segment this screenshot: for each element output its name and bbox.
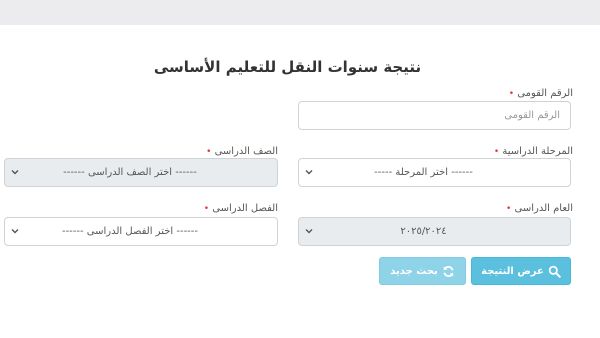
national-id-label-text: الرقم القومى (517, 88, 573, 99)
new-search-label: بحث جديد (390, 265, 438, 277)
term-label-text: الفصل الدراسى (212, 203, 278, 214)
term-selected-value: ------ اختر الفصل الدراسى ------ (61, 226, 199, 237)
grade-label: الصف الدراسى • (204, 146, 278, 157)
refresh-icon (443, 265, 454, 277)
academic-year-label-text: العام الدراسى (514, 203, 573, 214)
required-mark: • (506, 204, 512, 214)
search-icon (548, 265, 561, 278)
stage-selected-value: ------ اختر المرحلة ----- (374, 167, 473, 178)
page-title: نتيجة سنوات النقل للتعليم الأساسى (153, 58, 422, 76)
chevron-down-icon (11, 170, 19, 175)
chevron-down-icon (305, 229, 313, 234)
grade-select[interactable]: ------ اختر الصف الدراسى ------ (4, 158, 278, 187)
new-search-button[interactable]: بحث جديد (379, 257, 466, 285)
browser-top-bar (0, 0, 600, 25)
national-id-input[interactable]: الرقم القومى (298, 101, 571, 130)
stage-label-text: المرحلة الدراسية (502, 146, 573, 157)
chevron-down-icon (11, 229, 19, 234)
national-id-label: الرقم القومى • (507, 88, 573, 99)
show-result-label: عرض النتيجة (481, 265, 544, 277)
term-label: الفصل الدراسى • (202, 203, 278, 214)
grade-selected-value: ------ اختر الصف الدراسى ------ (63, 167, 197, 178)
stage-select[interactable]: ------ اختر المرحلة ----- (298, 158, 571, 187)
required-mark: • (203, 204, 210, 214)
academic-year-label: العام الدراسى • (504, 203, 573, 214)
grade-label-text: الصف الدراسى (214, 146, 278, 157)
show-result-button[interactable]: عرض النتيجة (471, 257, 571, 285)
required-mark: • (206, 147, 212, 157)
required-mark: • (493, 147, 500, 157)
stage-label: المرحلة الدراسية • (492, 146, 573, 157)
required-mark: • (508, 89, 515, 99)
academic-year-select[interactable]: ٢٠٢٥/٢٠٢٤ (298, 217, 571, 246)
term-select[interactable]: ------ اختر الفصل الدراسى ------ (4, 217, 278, 246)
academic-year-selected-value: ٢٠٢٥/٢٠٢٤ (400, 226, 447, 237)
national-id-placeholder: الرقم القومى (504, 110, 560, 121)
chevron-down-icon (305, 170, 313, 175)
